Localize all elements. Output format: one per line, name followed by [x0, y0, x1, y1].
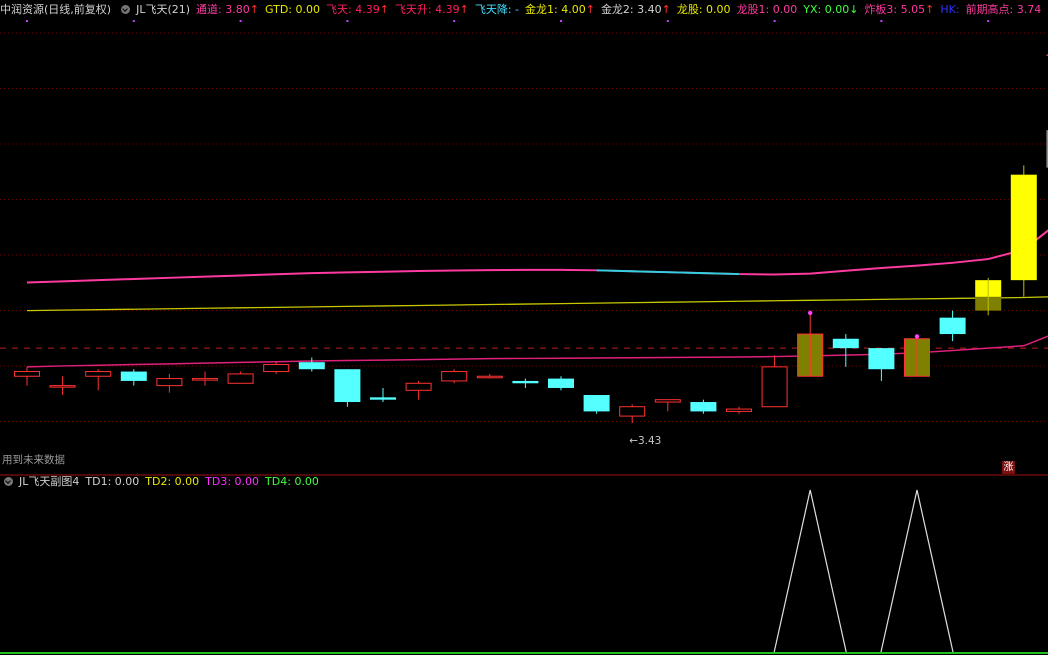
top-marker: [560, 20, 562, 22]
candle-body: [761, 366, 788, 408]
indicator-value-6: 金龙2: 3.40↑: [601, 3, 671, 16]
indicator-value-10: 炸板3: 5.05↑: [864, 3, 934, 16]
candle-body: [49, 385, 76, 388]
sub-indicator-value-0: TD1: 0.00: [85, 475, 139, 488]
candle-body: [441, 371, 468, 382]
sub-indicator-value-label: TD3: 0.00: [205, 475, 260, 488]
candle-body: [726, 408, 752, 412]
top-marker: [132, 20, 135, 22]
indicator-value-12: 前期高点: 3.74: [966, 3, 1042, 16]
candle-body: [334, 369, 361, 403]
indicator-value-4: 飞天降: -: [475, 3, 519, 16]
indicator-value-arrow: ↑: [925, 3, 935, 16]
top-marker: [987, 20, 990, 22]
indicator-value-9: YX: 0.00↓: [803, 3, 858, 16]
indicator-value-5: 金龙1: 4.00↑: [525, 3, 595, 16]
candle-body: [690, 402, 717, 412]
candle-body: [939, 317, 966, 335]
candle-body: [192, 378, 218, 381]
indicator-value-label: 龙股: 0.00: [676, 3, 731, 16]
indicator-value-label: 炸板3: 5.05: [864, 3, 926, 16]
indicator-values: 通道: 3.80↑ GTD: 0.00 飞天: 4.39↑ 飞天升: 4.39↑ 飞天降…: [196, 3, 1048, 16]
sub-indicator-value-label: TD2: 0.00: [145, 475, 200, 488]
sub-indicator-value-1: TD2: 0.00: [145, 475, 199, 488]
indicator-value-7: 龙股: 0.00: [677, 3, 731, 16]
top-marker: [453, 20, 456, 22]
candle-body: [476, 375, 503, 379]
candle-body: [583, 395, 610, 412]
indicator-value-label: 飞天: 4.39: [326, 3, 380, 16]
candle-body: [405, 382, 432, 391]
top-marker: [666, 20, 669, 22]
indicator-value-label: 飞天降: -: [474, 3, 520, 16]
top-marker: [239, 20, 242, 22]
lower-band-line: [26, 335, 1048, 368]
sub-indicator-value-label: TD1: 0.00: [85, 475, 140, 488]
candle-body: [370, 397, 396, 400]
indicator-value-label: 龙股1: 0.00: [736, 3, 798, 16]
stock-title: 中润资源(日线,前复权): [0, 3, 112, 16]
signal-dot: [808, 310, 813, 316]
sub-indicator-legend: JL飞天副图4 TD1: 0.00 TD2: 0.00 TD3: 0.00 TD4: 0…: [0, 472, 1048, 492]
indicator-value-label: 飞天升: 4.39: [394, 3, 460, 16]
candle-body: [120, 371, 147, 381]
indicator-value-arrow: ↑: [459, 3, 469, 16]
candle-body: [227, 373, 254, 384]
indicator-value-label: 通道: 3.80: [196, 3, 250, 16]
sub-indicator-value-3: TD4: 0.00: [265, 475, 319, 488]
future-data-note: 用到未来数据: [2, 454, 65, 466]
indicator-value-label: HK:: [940, 3, 960, 16]
indicator-value-3: 飞天升: 4.39↑: [395, 3, 469, 16]
sub-indicator-toggle-icon[interactable]: [4, 477, 13, 486]
indicator-value-label: YX: 0.00: [803, 3, 850, 16]
gold-line: [26, 296, 1048, 312]
limit-up-badge: 涨: [1002, 461, 1015, 474]
indicator-value-label: 金龙2: 3.40: [600, 3, 662, 16]
indicator-value-label: 金龙1: 4.00: [525, 3, 586, 16]
indicator-value-arrow: ↑: [249, 3, 259, 16]
candle-body: [1010, 174, 1037, 281]
indicator-value-1: GTD: 0.00: [265, 3, 320, 16]
indicator-value-2: 飞天: 4.39↑: [326, 3, 389, 16]
top-marker: [773, 20, 776, 22]
channel-line: [26, 229, 1048, 284]
candle-body: [619, 406, 646, 417]
indicator-value-8: 龙股1: 0.00: [737, 3, 798, 16]
indicator-value-arrow: ↑: [379, 3, 389, 16]
indicator-value-11: HK:: [940, 3, 959, 16]
candle-body: [654, 399, 681, 403]
indicator-value-0: 通道: 3.80↑: [196, 3, 259, 16]
candle-body: [548, 378, 574, 388]
top-marker: [26, 20, 28, 22]
chart-window: 4.59←3.43 中润资源(日线,前复权)JL飞天(21)通道: 3.80↑G…: [0, 0, 1048, 655]
sub-indicator-name: JL飞天副图4: [19, 475, 80, 488]
sub-indicator-value-2: TD3: 0.00: [205, 475, 259, 488]
candle-body: [156, 378, 183, 387]
candle-body: [298, 362, 325, 370]
indicator-toggle-icon[interactable]: [121, 5, 131, 14]
top-marker: [880, 20, 883, 22]
top-marker: [346, 20, 349, 22]
signal-spike: [880, 489, 954, 653]
signal-spike: [773, 489, 847, 653]
indicator-value-label: 前期高点: 3.74: [965, 3, 1042, 16]
indicator-value-arrow: ↑: [661, 3, 671, 16]
main-indicator-legend: 中润资源(日线,前复权) JL飞天(21) 通道: 3.80↑ GTD: 0.00 飞天…: [0, 0, 1048, 20]
candle-body: [263, 364, 290, 373]
chart-canvas[interactable]: 4.59←3.43: [0, 0, 1048, 655]
candle-body: [85, 371, 112, 377]
indicator-name: JL飞天(21): [136, 3, 191, 16]
indicator-value-arrow: ↓: [849, 3, 859, 16]
sub-indicator-values: TD1: 0.00 TD2: 0.00 TD3: 0.00 TD4: 0.00: [85, 475, 325, 488]
signal-dot: [914, 334, 920, 339]
sub-indicator-value-label: TD4: 0.00: [265, 475, 319, 488]
indicator-value-label: GTD: 0.00: [264, 3, 320, 16]
candle-body: [512, 380, 539, 384]
candle-body: [832, 338, 859, 349]
low-annotation: ←3.43: [629, 435, 661, 447]
channel-cyan-segment: [596, 269, 740, 276]
candle-body: [14, 371, 40, 377]
indicator-value-arrow: ↑: [585, 3, 595, 16]
candle-body: [868, 348, 895, 370]
